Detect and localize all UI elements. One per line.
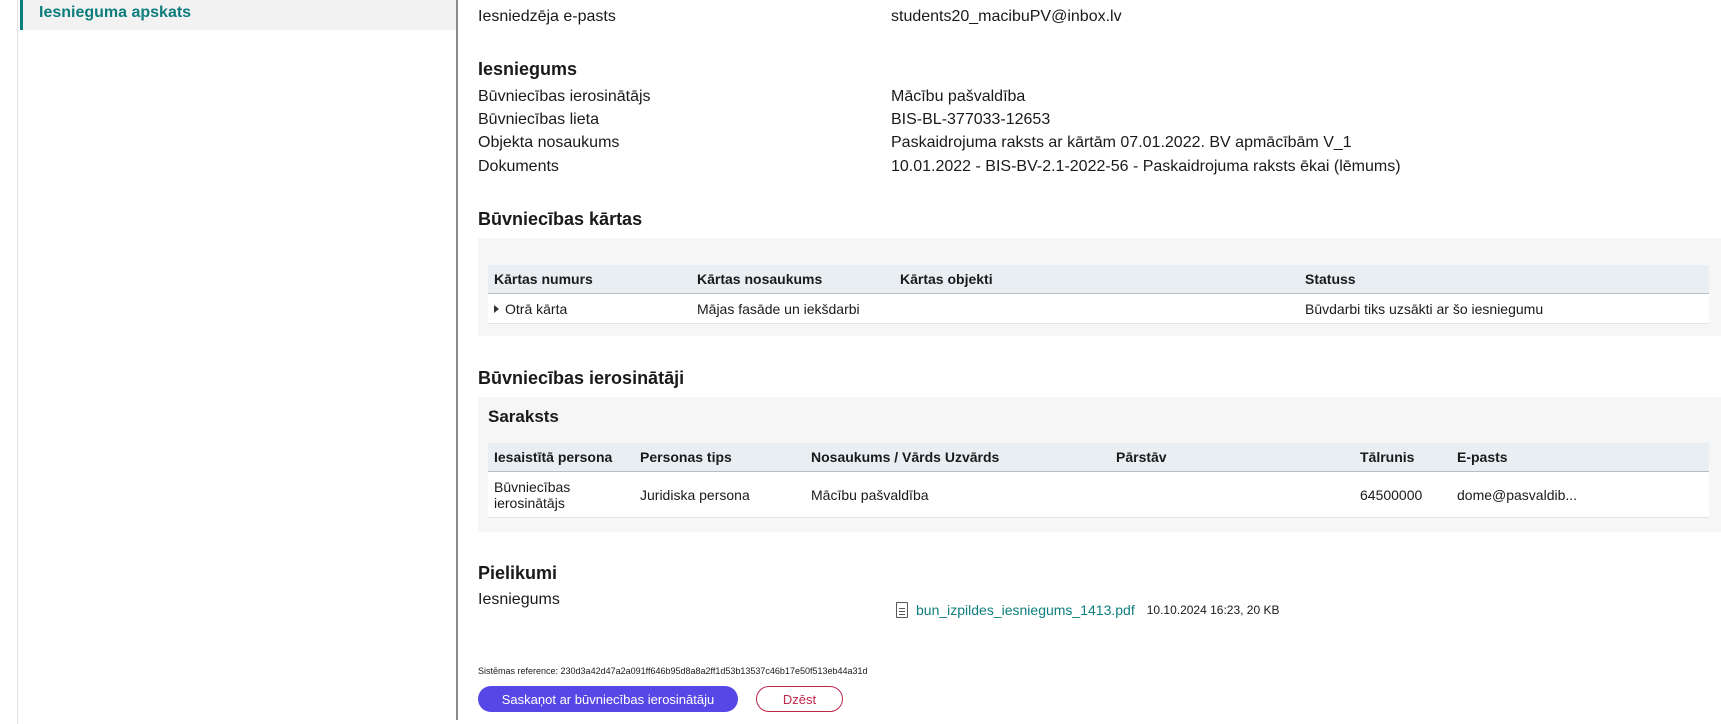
name-cell: Mācību pašvaldība xyxy=(805,471,1110,518)
applicant-email-label: Iesniedzēja e-pasts xyxy=(478,8,616,25)
stages-title: Būvniecības kārtas xyxy=(478,209,643,229)
applicant-email-value: students20_macibuPV@inbox.lv xyxy=(891,8,1122,25)
file-meta: 10.10.2024 16:23, 20 KB xyxy=(1146,603,1280,617)
table-row[interactable]: Būvniecības ierosinātājs Juridiska perso… xyxy=(488,471,1709,518)
col-stage-number[interactable]: Kārtas numurs xyxy=(488,265,691,294)
col-person-type[interactable]: Personas tips xyxy=(634,443,805,472)
initiators-table: Iesaistītā persona Personas tips Nosauku… xyxy=(488,443,1709,518)
case-value: BIS-BL-377033-12653 xyxy=(891,111,1051,128)
vertical-divider xyxy=(456,0,458,720)
col-stage-name[interactable]: Kārtas nosaukums xyxy=(691,265,894,294)
col-involved-person[interactable]: Iesaistītā persona xyxy=(488,443,634,472)
stage-number-cell[interactable]: Otrā kārta xyxy=(488,293,691,324)
delete-button[interactable]: Dzēst xyxy=(756,686,843,712)
list-title: Saraksts xyxy=(488,407,559,426)
col-name[interactable]: Nosaukums / Vārds Uzvārds xyxy=(805,443,1110,472)
document-icon xyxy=(896,602,908,618)
initiators-title: Būvniecības ierosinātāji xyxy=(478,368,685,388)
initiator-value: Mācību pašvaldība xyxy=(891,88,1026,105)
stages-header-row: Kārtas numurs Kārtas nosaukums Kārtas ob… xyxy=(488,265,1709,294)
col-phone[interactable]: Tālrunis xyxy=(1354,443,1451,472)
case-label: Būvniecības lieta xyxy=(478,111,599,128)
system-reference: Sistēmas reference: 230d3a42d47a2a091ff6… xyxy=(478,666,868,676)
submission-title: Iesniegums xyxy=(478,59,578,79)
col-represents[interactable]: Pārstāv xyxy=(1110,443,1354,472)
email-cell: dome@pasvaldib... xyxy=(1451,471,1709,518)
initiators-header-row: Iesaistītā persona Personas tips Nosauku… xyxy=(488,443,1709,472)
document-label: Dokuments xyxy=(478,158,559,175)
role-cell: Būvniecības ierosinātājs xyxy=(488,471,634,518)
stages-panel: Kārtas numurs Kārtas nosaukums Kārtas ob… xyxy=(478,238,1721,336)
stage-status-cell: Būvdarbi tiks uzsākti ar šo iesniegumu xyxy=(1299,293,1709,324)
col-stage-objects[interactable]: Kārtas objekti xyxy=(894,265,1299,294)
sidebar-item-label: Iesnieguma apskats xyxy=(39,4,192,21)
main-content: Iesniedzēja e-pasts students20_macibuPV@… xyxy=(478,0,1721,724)
represents-cell xyxy=(1110,471,1354,518)
expand-arrow-icon[interactable] xyxy=(494,304,499,313)
stage-objects-cell xyxy=(894,293,1299,324)
sidebar-item-submission-view[interactable]: Iesnieguma apskats xyxy=(20,0,456,30)
approve-with-initiator-button[interactable]: Saskaņot ar būvniecības ierosinātāju xyxy=(478,686,738,712)
initiators-panel: Saraksts Iesaistītā persona Personas tip… xyxy=(478,397,1721,532)
type-cell: Juridiska persona xyxy=(634,471,805,518)
stage-name-cell: Mājas fasāde un iekšdarbi xyxy=(691,293,894,324)
phone-cell: 64500000 xyxy=(1354,471,1451,518)
table-row[interactable]: Otrā kārta Mājas fasāde un iekšdarbi Būv… xyxy=(488,293,1709,324)
sidebar: Iesnieguma apskats xyxy=(18,0,456,724)
object-name-label: Objekta nosaukums xyxy=(478,134,620,151)
col-email[interactable]: E-pasts xyxy=(1451,443,1709,472)
document-value: 10.01.2022 - BIS-BV-2.1-2022-56 - Paskai… xyxy=(891,158,1401,175)
attachment-type-label: Iesniegums xyxy=(478,591,560,608)
attachment-file: bun_izpildes_iesniegums_1413.pdf 10.10.2… xyxy=(896,602,1280,618)
stage-number: Otrā kārta xyxy=(505,300,568,317)
file-link[interactable]: bun_izpildes_iesniegums_1413.pdf xyxy=(916,602,1135,618)
attachments-title: Pielikumi xyxy=(478,563,558,583)
col-stage-status[interactable]: Statuss xyxy=(1299,265,1709,294)
initiator-label: Būvniecības ierosinātājs xyxy=(478,88,651,105)
stages-table: Kārtas numurs Kārtas nosaukums Kārtas ob… xyxy=(488,265,1709,324)
object-name-value: Paskaidrojuma raksts ar kārtām 07.01.202… xyxy=(891,134,1352,151)
